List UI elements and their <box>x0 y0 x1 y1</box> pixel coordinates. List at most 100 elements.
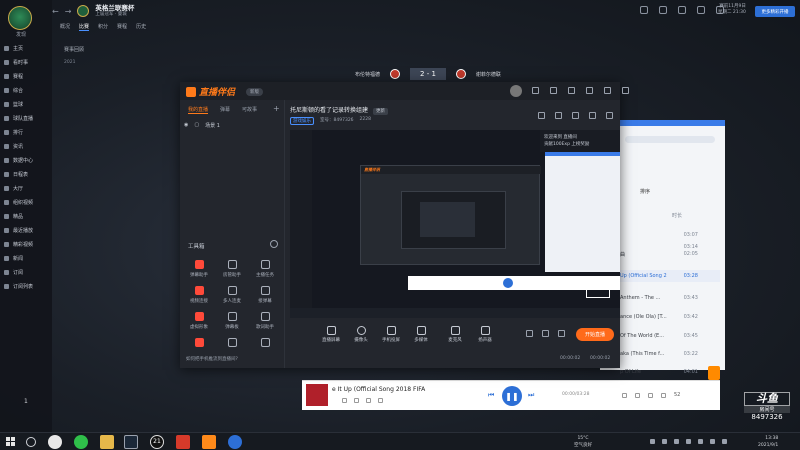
album-cover[interactable] <box>306 384 328 406</box>
sidebar-item[interactable]: 篮球 <box>4 99 50 109</box>
tool-multi-mic[interactable]: 多人连麦 <box>217 286 247 304</box>
tool-chat[interactable] <box>217 338 247 350</box>
track-row[interactable]: ance (Ole Ola) [T... 03:42 <box>610 311 720 323</box>
sidebar-item[interactable]: 订阅列表 <box>4 281 50 291</box>
track-row-active[interactable]: Up (Official Song 2 03:28 <box>610 270 720 282</box>
sidebar-item[interactable]: 球队直播 <box>4 113 50 123</box>
tab-fixtures[interactable]: 赛程 <box>117 23 127 31</box>
tab-standings[interactable]: 积分 <box>98 23 108 31</box>
red-app-icon[interactable] <box>176 435 190 449</box>
sidebar-item[interactable]: 订阅 <box>4 267 50 277</box>
promo-button[interactable]: 更多精彩开播 <box>755 6 795 17</box>
kugou-icon[interactable] <box>228 435 242 449</box>
tool-anchor-task[interactable]: 主播任务 <box>250 260 280 278</box>
tool-danmaku-helper[interactable]: 弹幕助手 <box>184 260 214 278</box>
tool-room-admin[interactable]: 房管助手 <box>217 260 247 278</box>
help-tip[interactable]: 如何把手机推流到直播间? <box>186 356 238 362</box>
live-assistant-taskbar-icon[interactable] <box>202 435 216 449</box>
tool-video-link[interactable]: 视频连接 <box>184 286 214 304</box>
sidebar-item[interactable]: 日程表 <box>4 169 50 179</box>
chrome-icon[interactable] <box>48 435 62 449</box>
grid-icon[interactable] <box>538 112 545 119</box>
share-icon[interactable] <box>606 112 613 119</box>
tray-app-icon[interactable] <box>674 439 679 444</box>
comment-icon[interactable] <box>366 398 371 403</box>
track-row[interactable]: aka (This Time f... 03:22 <box>610 348 720 360</box>
ime-icon[interactable] <box>722 439 727 444</box>
info-circle-icon[interactable] <box>678 6 686 14</box>
tool-danmaku-board[interactable]: 弹幕板 <box>217 312 247 330</box>
tool-extra[interactable] <box>250 338 280 350</box>
start-live-button[interactable]: 开始直播 <box>576 328 614 341</box>
tab-matches[interactable]: 比赛 <box>79 23 90 31</box>
sidebar-item[interactable]: 新闻 <box>4 253 50 263</box>
wechat-icon[interactable] <box>74 435 88 449</box>
volume-icon[interactable] <box>710 439 715 444</box>
weather-widget[interactable]: 15°C 空气良好 <box>574 435 592 449</box>
sidebar-item[interactable]: 精彩视频 <box>4 239 50 249</box>
more-icon[interactable] <box>270 240 278 248</box>
tool-more[interactable] <box>184 338 214 350</box>
tray-app-icon[interactable] <box>662 439 667 444</box>
microphone-button[interactable]: 麦克风 <box>442 326 468 343</box>
sidebar-item[interactable]: 组织视频 <box>4 197 50 207</box>
network-icon[interactable] <box>698 439 703 444</box>
close-icon[interactable] <box>622 87 629 94</box>
lock-icon[interactable] <box>555 112 562 119</box>
sidebar-item[interactable]: 赛程 <box>4 71 50 81</box>
track-row[interactable]: p Of Life 04:01 <box>610 366 720 378</box>
taskbar-clock[interactable]: 13:38 2021/9/1 <box>758 435 778 449</box>
version-badge[interactable]: 新版 <box>246 88 263 96</box>
sidebar-item[interactable]: 精品 <box>4 211 50 221</box>
tray-up-icon[interactable] <box>650 439 655 444</box>
room-title[interactable]: 托尼斯顿的看了记录转换组建 更新 <box>290 105 388 115</box>
scene-item[interactable]: ◉ ▢ 场景 1 <box>184 122 220 129</box>
add-icon[interactable]: + <box>273 104 280 113</box>
shirt-icon[interactable] <box>659 6 667 14</box>
media-button[interactable]: 多媒体 <box>408 326 434 343</box>
tray-app-icon[interactable] <box>686 439 691 444</box>
menu-icon[interactable] <box>568 87 575 94</box>
mini-mode-button[interactable] <box>708 366 720 380</box>
sidebar-item[interactable]: 综合 <box>4 85 50 95</box>
share-icon[interactable] <box>378 398 383 403</box>
tool-avatar[interactable]: 虚拟形象 <box>184 312 214 330</box>
avatar[interactable] <box>510 85 522 97</box>
app-logo[interactable] <box>8 6 32 30</box>
sidebar-item[interactable]: 大厅 <box>4 183 50 193</box>
windows-start-icon[interactable] <box>6 437 16 447</box>
sidebar-item[interactable]: 看时事 <box>4 57 50 67</box>
bell-icon[interactable] <box>589 112 596 119</box>
tab-story[interactable]: 可故事 <box>242 106 257 114</box>
eye-icon[interactable]: ◉ <box>184 122 188 129</box>
minimize-icon[interactable] <box>586 87 593 94</box>
next-icon[interactable]: ⏭ <box>528 391 534 400</box>
forward-arrow-icon[interactable]: → <box>65 7 72 16</box>
screen-capture-button[interactable]: 直播屏幕 <box>318 326 344 343</box>
tab-overview[interactable]: 概况 <box>60 23 70 31</box>
previous-icon[interactable]: ⏮ <box>488 391 494 400</box>
rocket-icon[interactable] <box>640 6 648 14</box>
tab-my-live[interactable]: 我的直播 <box>188 106 209 114</box>
phone-cast-button[interactable]: 手机投屏 <box>378 326 404 343</box>
app-21-icon[interactable]: 21 <box>150 435 164 449</box>
message-icon[interactable] <box>532 87 539 94</box>
live-preview[interactable]: 直播伴侣 欢迎来到 直播间 贡献100Exp 上榜奖励 斗鱼 <box>290 130 620 318</box>
lock-icon[interactable]: ▢ <box>194 122 199 129</box>
file-explorer-icon[interactable] <box>100 435 114 449</box>
sidebar-item[interactable]: 排行 <box>4 127 50 137</box>
loop-icon[interactable] <box>622 392 627 398</box>
steam-icon[interactable] <box>124 435 138 449</box>
like-icon[interactable] <box>342 398 347 403</box>
track-row[interactable]: Of The World (E... 03:45 <box>610 330 720 342</box>
settings-icon[interactable] <box>558 330 565 337</box>
category-badge[interactable]: 游戏娱乐 <box>290 117 314 125</box>
tab-danmaku[interactable]: 弹幕 <box>220 106 230 114</box>
download-icon[interactable] <box>354 398 359 403</box>
tab-history[interactable]: 历史 <box>136 23 146 31</box>
track-row[interactable]: 曲 02:05 <box>610 248 720 260</box>
sidebar-item[interactable]: 资讯 <box>4 141 50 151</box>
volume-icon[interactable] <box>635 392 640 398</box>
speaker-button[interactable]: 扬声器 <box>472 326 498 343</box>
track-row[interactable]: Anthem - The ... 03:43 <box>610 292 720 304</box>
